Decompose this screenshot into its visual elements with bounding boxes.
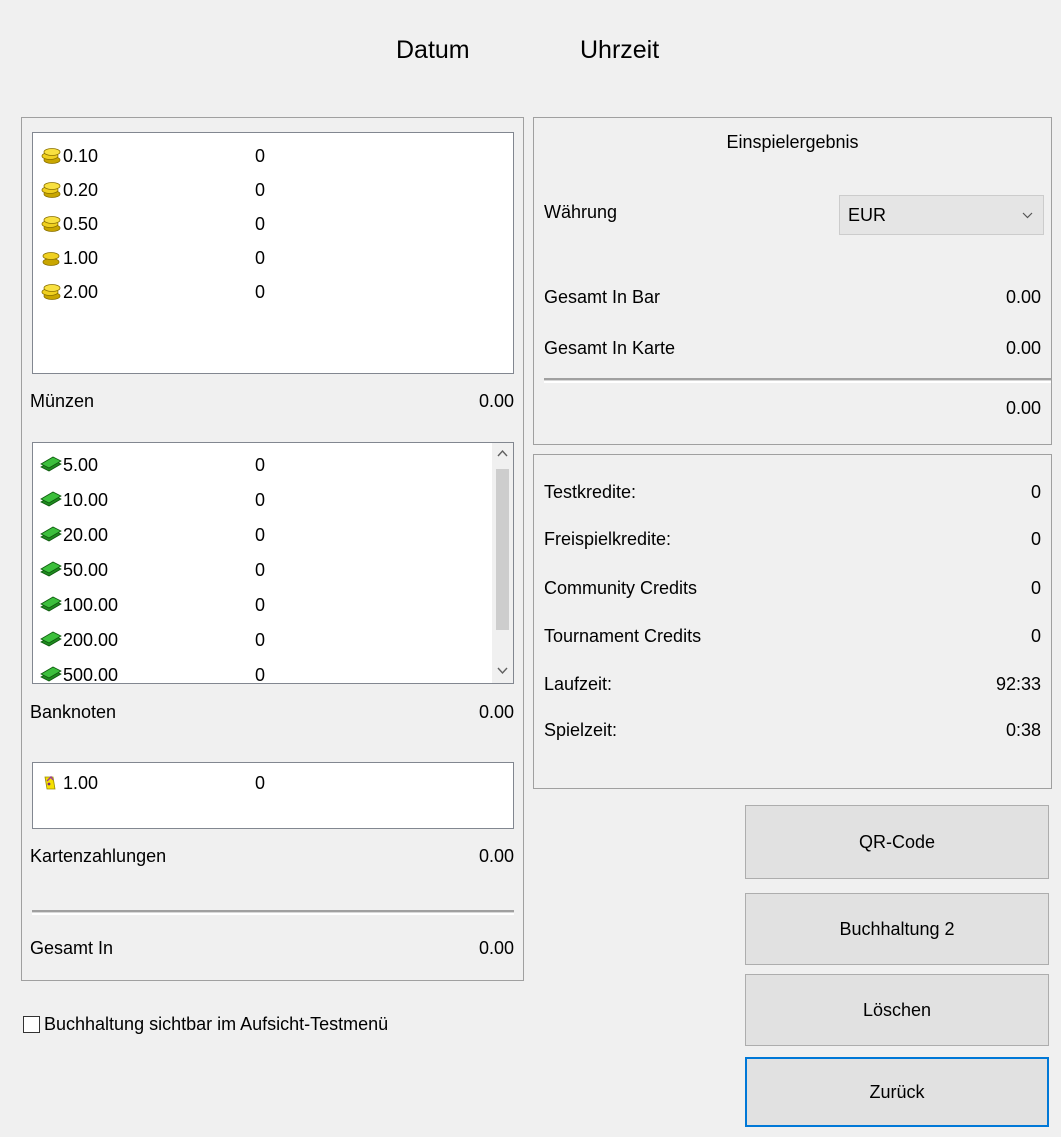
coins-icon bbox=[42, 252, 60, 266]
scroll-up-arrow-icon[interactable] bbox=[497, 449, 508, 457]
runtime-value: 92:33 bbox=[995, 673, 1041, 694]
stat-row: Tournament Credits 0 bbox=[544, 623, 1041, 649]
banknotes-icon bbox=[40, 596, 62, 612]
banknotes-icon bbox=[40, 666, 62, 682]
test-credits-value: 0 bbox=[1030, 481, 1041, 502]
coins-icon bbox=[41, 216, 61, 232]
banknotes-icon bbox=[40, 491, 62, 507]
freeplay-credits-label: Freispielkredite: bbox=[544, 528, 672, 549]
banknotes-listbox[interactable]: 5.00 0 10.00 0 20.00 0 50.00 0 100.00 0 … bbox=[32, 442, 514, 684]
delete-button[interactable]: Löschen bbox=[745, 974, 1049, 1046]
date-label: Datum bbox=[396, 36, 470, 64]
banknotes-sum-row: Banknoten 0.00 bbox=[30, 699, 514, 725]
runtime-label: Laufzeit: bbox=[544, 673, 613, 694]
stat-row: Community Credits 0 bbox=[544, 575, 1041, 601]
tournament-credits-value: 0 bbox=[1030, 625, 1041, 646]
result-total-value: 0.00 bbox=[1005, 398, 1041, 418]
coins-label: Münzen bbox=[30, 390, 95, 411]
cash-total-row: Gesamt In Bar 0.00 bbox=[544, 284, 1041, 310]
list-item[interactable]: 1.00 0 bbox=[39, 769, 479, 797]
playtime-value: 0:38 bbox=[1005, 719, 1041, 740]
total-separator bbox=[32, 910, 514, 915]
coins-icon bbox=[41, 148, 61, 164]
scroll-down-arrow-icon[interactable] bbox=[497, 667, 508, 675]
card-total-label: Gesamt In Karte bbox=[544, 337, 676, 358]
list-item[interactable]: 500.00 0 bbox=[39, 661, 479, 683]
banknotes-icon bbox=[40, 456, 62, 472]
stats-group: Testkredite: 0 Freispielkredite: 0 Commu… bbox=[533, 454, 1052, 789]
qr-code-button[interactable]: QR-Code bbox=[745, 805, 1049, 879]
list-item[interactable]: 20.00 0 bbox=[39, 521, 479, 549]
accounting-2-button[interactable]: Buchhaltung 2 bbox=[745, 893, 1049, 965]
list-item[interactable]: 200.00 0 bbox=[39, 626, 479, 654]
currency-select[interactable]: EUR bbox=[839, 195, 1044, 235]
community-credits-value: 0 bbox=[1030, 577, 1041, 598]
result-group: Einspielergebnis Währung EUR Gesamt In B… bbox=[533, 117, 1052, 445]
card-total-row: Gesamt In Karte 0.00 bbox=[544, 335, 1041, 361]
stat-row: Testkredite: 0 bbox=[544, 479, 1041, 505]
list-item[interactable]: 0.50 0 bbox=[39, 210, 479, 238]
card-payments-sum-row: Kartenzahlungen 0.00 bbox=[30, 843, 514, 869]
banknotes-scrollbar[interactable] bbox=[492, 443, 513, 683]
cash-total-value: 0.00 bbox=[1005, 286, 1041, 307]
community-credits-label: Community Credits bbox=[544, 577, 698, 598]
grand-total-label: Gesamt In bbox=[30, 937, 114, 958]
banknotes-icon bbox=[40, 526, 62, 542]
accounting-visible-label: Buchhaltung sichtbar im Aufsicht-Testmen… bbox=[44, 1014, 389, 1034]
currency-value: EUR bbox=[848, 204, 887, 225]
result-title: Einspielergebnis bbox=[726, 132, 859, 152]
banknotes-icon bbox=[40, 631, 62, 647]
freeplay-credits-value: 0 bbox=[1030, 528, 1041, 549]
accounting-visible-option[interactable]: Buchhaltung sichtbar im Aufsicht-Testmen… bbox=[23, 1014, 388, 1035]
banknotes-icon bbox=[40, 561, 62, 577]
coins-icon bbox=[41, 284, 61, 300]
list-item[interactable]: 50.00 0 bbox=[39, 556, 479, 584]
banknotes-total: 0.00 bbox=[478, 701, 514, 722]
scroll-thumb[interactable] bbox=[496, 469, 509, 630]
list-item[interactable]: 2.00 0 bbox=[39, 278, 479, 306]
list-item[interactable]: 0.10 0 bbox=[39, 142, 479, 170]
chevron-down-icon bbox=[1022, 212, 1033, 218]
banknotes-label: Banknoten bbox=[30, 701, 117, 722]
back-button[interactable]: Zurück bbox=[745, 1057, 1049, 1127]
coins-total: 0.00 bbox=[478, 390, 514, 411]
cash-total-label: Gesamt In Bar bbox=[544, 286, 661, 307]
test-credits-label: Testkredite: bbox=[544, 481, 637, 502]
card-payments-total: 0.00 bbox=[478, 845, 514, 866]
card-payments-listbox[interactable]: 1.00 0 bbox=[32, 762, 514, 829]
card-total-value: 0.00 bbox=[1005, 337, 1041, 358]
playtime-label: Spielzeit: bbox=[544, 719, 618, 740]
stat-row: Freispielkredite: 0 bbox=[544, 526, 1041, 552]
list-item[interactable]: 10.00 0 bbox=[39, 486, 479, 514]
list-item[interactable]: 5.00 0 bbox=[39, 451, 479, 479]
coins-icon bbox=[41, 182, 61, 198]
card-payment-icon bbox=[44, 775, 56, 790]
payments-group: 0.10 0 0.20 0 0.50 0 1.00 0 2.00 0 Münze… bbox=[21, 117, 524, 981]
time-label: Uhrzeit bbox=[580, 36, 660, 64]
result-separator bbox=[544, 378, 1051, 383]
stat-row: Laufzeit: 92:33 bbox=[544, 671, 1041, 697]
coins-sum-row: Münzen 0.00 bbox=[30, 388, 514, 414]
tournament-credits-label: Tournament Credits bbox=[544, 625, 702, 646]
currency-label: Währung bbox=[544, 202, 618, 222]
grand-total-row: Gesamt In 0.00 bbox=[30, 935, 514, 961]
stat-row: Spielzeit: 0:38 bbox=[544, 717, 1041, 743]
accounting-visible-checkbox[interactable] bbox=[23, 1016, 40, 1033]
list-item[interactable]: 0.20 0 bbox=[39, 176, 479, 204]
card-payments-label: Kartenzahlungen bbox=[30, 845, 167, 866]
coins-listbox[interactable]: 0.10 0 0.20 0 0.50 0 1.00 0 2.00 0 bbox=[32, 132, 514, 374]
grand-total-value: 0.00 bbox=[478, 937, 514, 958]
list-item[interactable]: 1.00 0 bbox=[39, 244, 479, 272]
list-item[interactable]: 100.00 0 bbox=[39, 591, 479, 619]
